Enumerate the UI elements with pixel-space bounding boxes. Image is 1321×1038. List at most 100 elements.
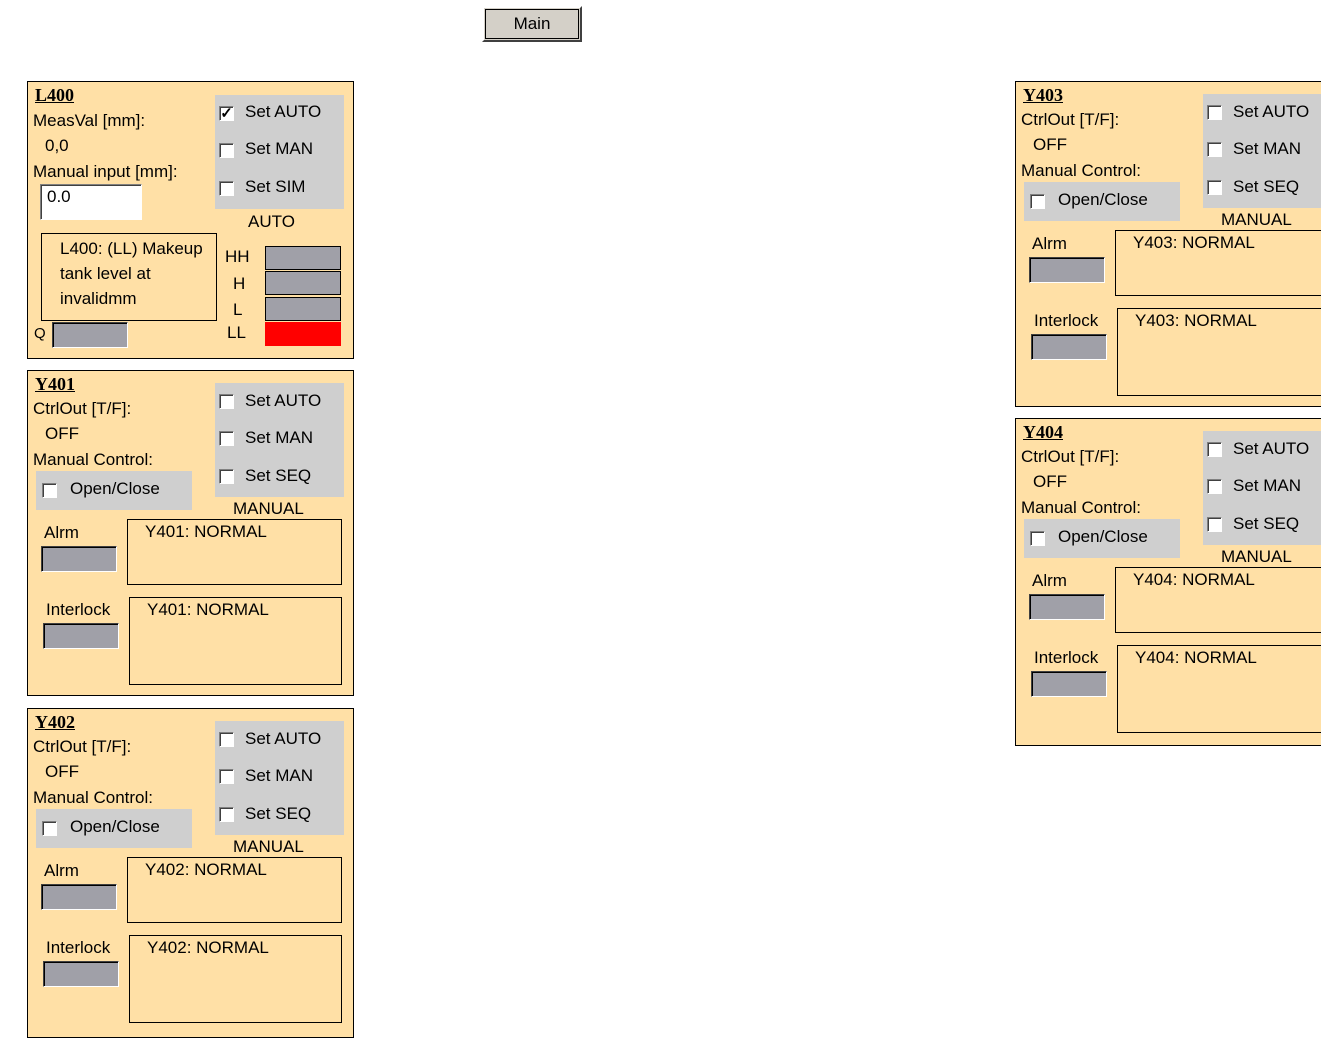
- alarm-message: Y402: NORMAL: [127, 857, 342, 923]
- set-sim-label: Set SIM: [245, 177, 306, 196]
- interlock-indicator: [1031, 671, 1107, 697]
- level-ll-label: LL: [227, 323, 246, 342]
- set-auto-label: Set AUTO: [1233, 439, 1310, 458]
- open-close-checkbox[interactable]: [1030, 194, 1045, 209]
- set-man-label: Set MAN: [245, 139, 314, 158]
- ctrl-out-value: OFF: [1033, 472, 1067, 491]
- set-man-checkbox[interactable]: [1207, 479, 1222, 494]
- manual-input-field[interactable]: 0.0: [40, 184, 142, 220]
- alarm-indicator: [1029, 594, 1105, 620]
- set-seq-checkbox[interactable]: [219, 807, 234, 822]
- set-man-checkbox[interactable]: [219, 143, 234, 158]
- set-seq-checkbox[interactable]: [1207, 180, 1222, 195]
- interlock-message: Y404: NORMAL: [1117, 645, 1321, 733]
- valve-panel-y402: Y402 CtrlOut [T/F]: OFF Manual Control: …: [27, 708, 354, 1038]
- level-h-label: H: [233, 274, 246, 293]
- level-l-indicator: [265, 297, 341, 321]
- alarm-indicator: [1029, 257, 1105, 283]
- set-seq-label: Set SEQ: [1233, 177, 1300, 196]
- panel-title: Y404: [1023, 422, 1063, 442]
- ctrl-out-value: OFF: [45, 424, 79, 443]
- set-auto-checkbox[interactable]: [219, 394, 234, 409]
- interlock-indicator: [43, 623, 119, 649]
- ctrl-out-label: CtrlOut [T/F]:: [1021, 110, 1120, 129]
- ctrl-out-label: CtrlOut [T/F]:: [33, 399, 132, 418]
- set-auto-label: Set AUTO: [245, 391, 322, 410]
- panel-title: L400: [35, 85, 75, 105]
- set-seq-label: Set SEQ: [1233, 514, 1300, 533]
- alarm-message: Y404: NORMAL: [1115, 567, 1321, 633]
- open-close-checkbox[interactable]: [1030, 531, 1045, 546]
- manual-control-label: Manual Control:: [1021, 498, 1142, 517]
- valve-panel-y404: Y404 CtrlOut [T/F]: OFF Manual Control: …: [1015, 418, 1321, 746]
- set-auto-checkbox[interactable]: [1207, 105, 1222, 120]
- alarm-indicator: [41, 884, 117, 910]
- set-man-checkbox[interactable]: [219, 431, 234, 446]
- manual-control-label: Manual Control:: [1021, 161, 1142, 180]
- manual-control-label: Manual Control:: [33, 788, 154, 807]
- quality-label: Q: [34, 325, 46, 342]
- set-auto-checkbox[interactable]: [1207, 442, 1222, 457]
- meas-label: MeasVal [mm]:: [33, 111, 146, 130]
- open-close-label: Open/Close: [1058, 527, 1148, 546]
- valve-panel-y401: Y401 CtrlOut [T/F]: OFF Manual Control: …: [27, 370, 354, 696]
- meas-value: 0,0: [45, 136, 69, 155]
- set-seq-label: Set SEQ: [245, 466, 312, 485]
- interlock-message: Y403: NORMAL: [1117, 308, 1321, 396]
- alarm-label: Alrm: [44, 861, 79, 880]
- alarm-label: Alrm: [44, 523, 79, 542]
- main-button[interactable]: Main: [482, 6, 582, 42]
- manual-control-label: Manual Control:: [33, 450, 154, 469]
- interlock-label: Interlock: [46, 600, 111, 619]
- set-auto-label: Set AUTO: [245, 102, 322, 121]
- alarm-message: Y403: NORMAL: [1115, 230, 1321, 296]
- interlock-indicator: [43, 961, 119, 987]
- set-seq-checkbox[interactable]: [1207, 517, 1222, 532]
- level-message: L400: (LL) Makeup tank level at invalidm…: [41, 233, 217, 321]
- set-man-label: Set MAN: [245, 766, 314, 785]
- set-sim-checkbox[interactable]: [219, 181, 234, 196]
- interlock-message: Y402: NORMAL: [129, 935, 342, 1023]
- set-man-checkbox[interactable]: [1207, 142, 1222, 157]
- alarm-label: Alrm: [1032, 571, 1067, 590]
- set-man-label: Set MAN: [245, 428, 314, 447]
- alarm-message: Y401: NORMAL: [127, 519, 342, 585]
- level-hh-indicator: [265, 246, 341, 270]
- open-close-checkbox[interactable]: [42, 483, 57, 498]
- ctrl-out-label: CtrlOut [T/F]:: [1021, 447, 1120, 466]
- alarm-label: Alrm: [1032, 234, 1067, 253]
- set-auto-label: Set AUTO: [245, 729, 322, 748]
- manual-input-label: Manual input [mm]:: [33, 162, 178, 181]
- open-close-checkbox[interactable]: [42, 821, 57, 836]
- level-l-label: L: [233, 300, 243, 319]
- interlock-label: Interlock: [1034, 648, 1099, 667]
- set-auto-checkbox[interactable]: [219, 732, 234, 747]
- interlock-indicator: [1031, 334, 1107, 360]
- panel-title: Y403: [1023, 85, 1063, 105]
- set-man-checkbox[interactable]: [219, 769, 234, 784]
- set-auto-label: Set AUTO: [1233, 102, 1310, 121]
- ctrl-out-value: OFF: [1033, 135, 1067, 154]
- open-close-label: Open/Close: [70, 817, 160, 836]
- open-close-label: Open/Close: [70, 479, 160, 498]
- interlock-label: Interlock: [1034, 311, 1099, 330]
- quality-indicator: [52, 322, 128, 348]
- set-man-label: Set MAN: [1233, 476, 1302, 495]
- mode-status: MANUAL: [233, 837, 304, 856]
- mode-status: MANUAL: [233, 499, 304, 518]
- set-seq-checkbox[interactable]: [219, 469, 234, 484]
- level-panel-l400: L400 MeasVal [mm]: 0,0 Manual input [mm]…: [27, 81, 354, 359]
- interlock-label: Interlock: [46, 938, 111, 957]
- set-seq-label: Set SEQ: [245, 804, 312, 823]
- level-hh-label: HH: [225, 247, 250, 266]
- level-ll-indicator: [265, 322, 341, 346]
- set-man-label: Set MAN: [1233, 139, 1302, 158]
- set-auto-checkbox[interactable]: ✓: [219, 106, 234, 121]
- panel-title: Y402: [35, 712, 75, 732]
- level-h-indicator: [265, 271, 341, 295]
- mode-status: AUTO: [248, 212, 295, 231]
- mode-status: MANUAL: [1221, 547, 1292, 566]
- mode-status: MANUAL: [1221, 210, 1292, 229]
- valve-panel-y403: Y403 CtrlOut [T/F]: OFF Manual Control: …: [1015, 81, 1321, 407]
- ctrl-out-value: OFF: [45, 762, 79, 781]
